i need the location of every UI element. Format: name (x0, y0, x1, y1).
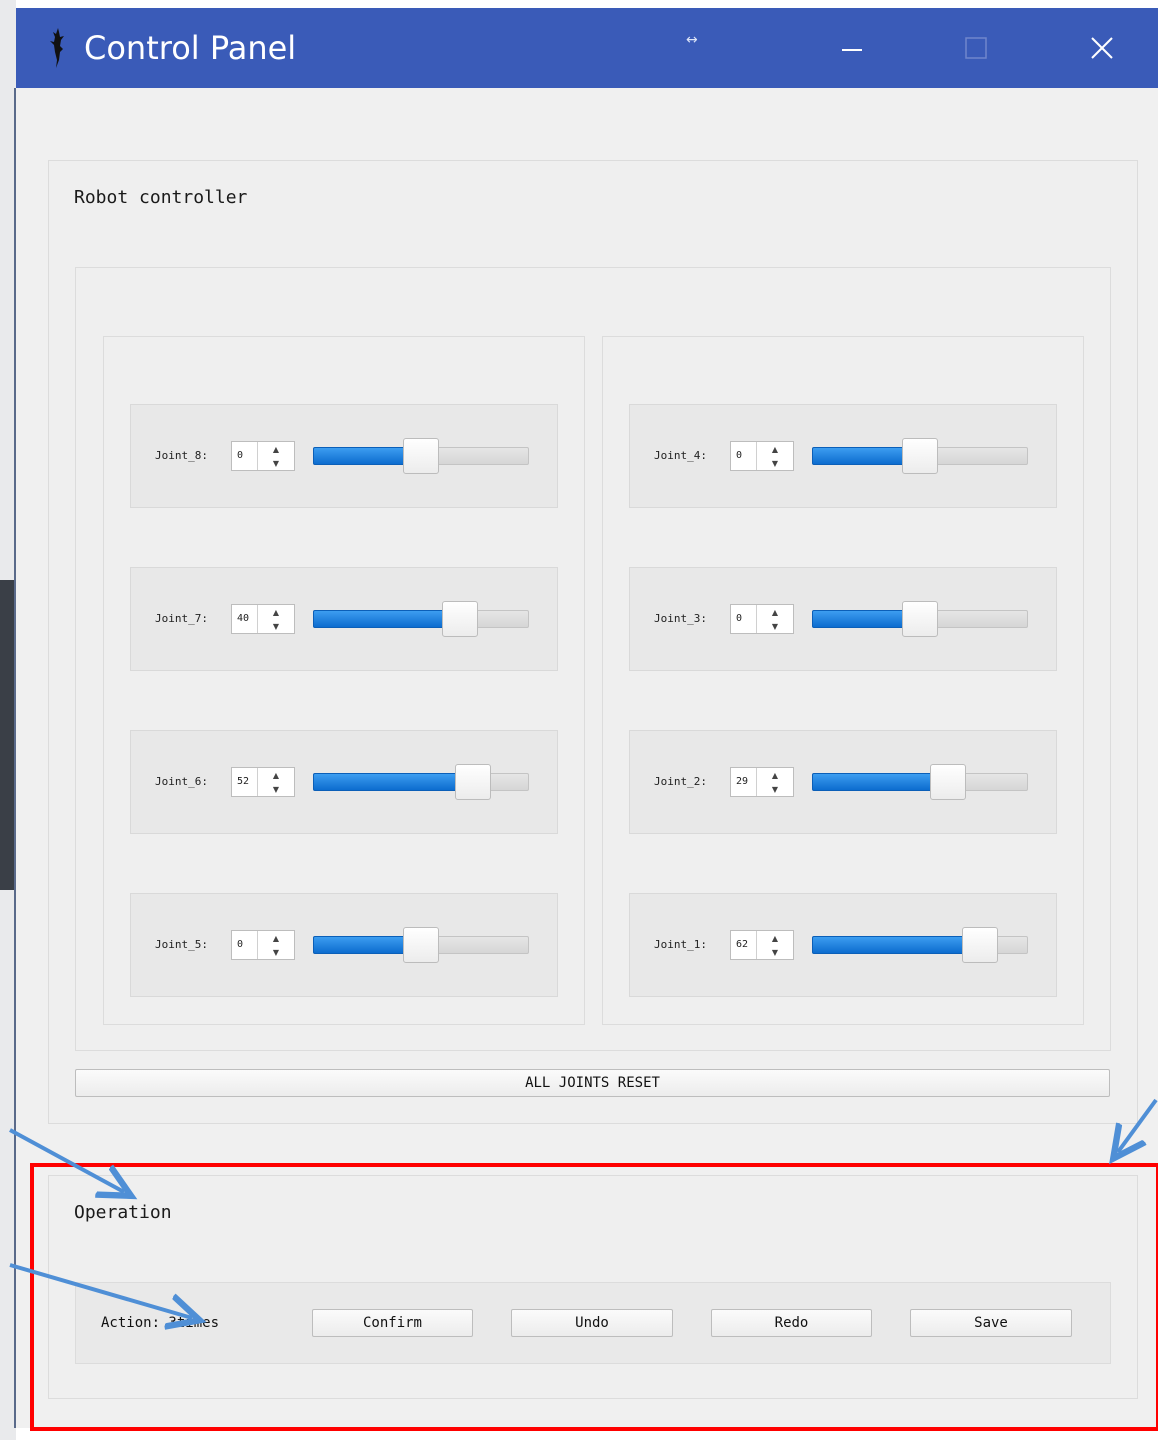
arrow-to-operation (9, 1128, 124, 1192)
arrow-to-action (9, 1263, 192, 1318)
annotation-arrows (9, 1098, 1158, 1440)
arrow-to-box (1118, 1098, 1158, 1152)
